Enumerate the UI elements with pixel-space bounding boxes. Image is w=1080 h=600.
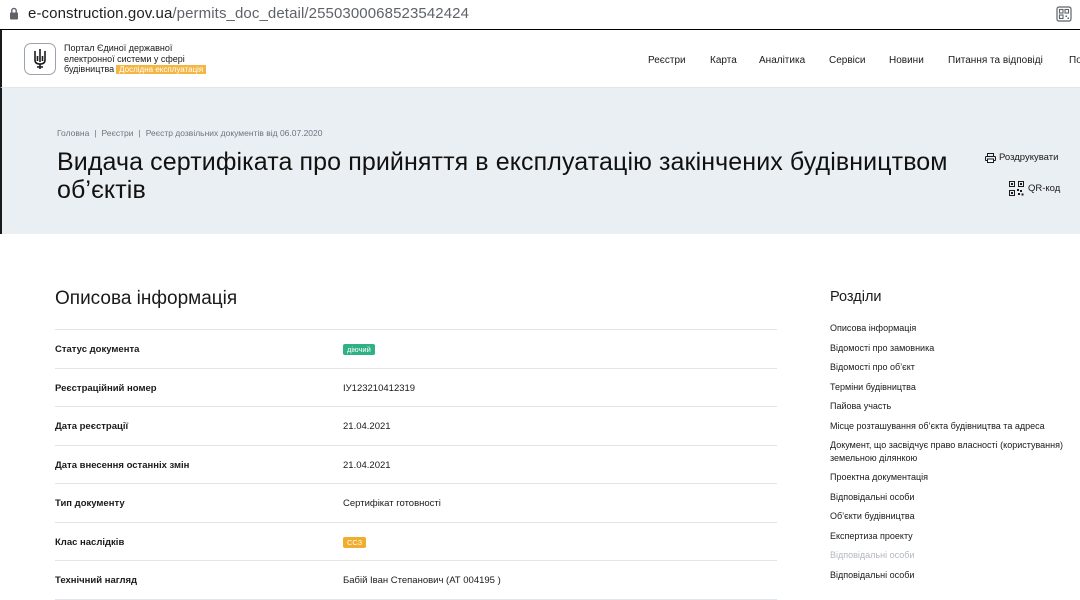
row-value: СС3 <box>343 536 367 548</box>
site-header: Портал Єдиної державної електронної сист… <box>0 30 1080 88</box>
sections-nav-item[interactable]: Об’єкти будівництва <box>830 510 1075 523</box>
nav-faq[interactable]: Питання та відповіді <box>948 55 1043 66</box>
table-row: Реєстраційний номер ІУ123210412319 <box>55 369 777 407</box>
nav-map[interactable]: Карта <box>710 55 737 66</box>
hero-section: Головна | Реєстри | Реєстр дозвільних докуме… <box>0 88 1080 234</box>
row-value: діючий <box>343 344 375 355</box>
status-badge: діючий <box>343 344 375 355</box>
row-label: Дата реєстрації <box>55 421 129 432</box>
sections-nav-item[interactable]: Відповідальні особи <box>830 549 1075 562</box>
breadcrumb-home[interactable]: Головна <box>57 128 89 138</box>
url-host: e-construction.gov.ua <box>28 5 173 22</box>
table-row: Тип документу Сертифікат готовності <box>55 484 777 523</box>
sections-nav-item[interactable]: Відповідальні особи <box>830 491 1075 504</box>
portal-line-3: будівництва <box>64 64 115 74</box>
table-row: Дата внесення останніх змін 21.04.2021 <box>55 446 777 484</box>
status-badge: СС3 <box>343 536 367 548</box>
sections-nav-item[interactable]: Проектна документація <box>830 471 1075 484</box>
row-label: Статус документа <box>55 344 140 355</box>
print-button[interactable]: Роздрукувати <box>985 152 1058 163</box>
nav-more[interactable]: По <box>1069 55 1080 66</box>
row-value: Бабій Іван Степанович (АТ 004195 ) <box>343 575 501 586</box>
trident-icon <box>34 49 46 69</box>
sections-title: Розділи <box>830 289 882 305</box>
row-value: ІУ123210412319 <box>343 382 416 394</box>
breadcrumb-current: Реєстр дозвільних документів від 06.07.2… <box>145 128 323 138</box>
breadcrumb: Головна | Реєстри | Реєстр дозвільних докуме… <box>57 128 323 138</box>
row-label: Тип документу <box>55 498 125 509</box>
sections-nav-item[interactable]: Документ, що засвідчує право власності (… <box>830 439 1075 464</box>
row-label: Технічний нагляд <box>55 575 138 586</box>
nav-news[interactable]: Новини <box>889 55 924 66</box>
portal-line-2: електронної системи у сфері <box>64 53 185 64</box>
row-label: Дата внесення останніх змін <box>55 459 190 471</box>
sections-nav-item[interactable]: Експертиза проекту <box>830 530 1075 543</box>
beta-badge: Дослідна експлуатація <box>116 65 207 74</box>
sections-nav-item[interactable]: Описова інформація <box>830 322 1075 335</box>
row-label: Реєстраційний номер <box>55 382 157 394</box>
table-row: Дата реєстрації 21.04.2021 <box>55 407 777 446</box>
sections-nav-item[interactable]: Місце розташування об’єкта будівництва т… <box>830 420 1075 433</box>
info-table: Статус документа діючий Реєстраційний номе… <box>55 329 777 600</box>
qr-label: QR-код <box>1028 183 1061 194</box>
nav-registries[interactable]: Реєстри <box>648 55 686 66</box>
table-row: Технічний нагляд Бабій Іван Степанович (А… <box>55 561 777 600</box>
breadcrumb-registries[interactable]: Реєстри <box>102 128 134 138</box>
nav-analytics[interactable]: Аналітика <box>759 55 805 66</box>
table-row: Клас наслідків СС3 <box>55 523 777 561</box>
nav-services[interactable]: Сервіси <box>829 55 865 66</box>
sections-nav-item[interactable]: Відомості про замовника <box>830 342 1075 355</box>
print-label: Роздрукувати <box>999 152 1059 163</box>
sections-nav-item[interactable]: Відповідальні особи <box>830 569 1075 582</box>
browser-url-bar[interactable]: e-construction.gov.ua/permits_doc_detail… <box>0 0 1080 30</box>
sections-nav-item[interactable]: Пайова участь <box>830 400 1075 413</box>
url-text[interactable]: e-construction.gov.ua/permits_doc_detail… <box>28 5 469 22</box>
row-value: 21.04.2021 <box>343 459 391 471</box>
page-title: Видача сертифіката про прийняття в експл… <box>57 148 948 204</box>
printer-icon <box>985 152 996 163</box>
qr-scan-icon[interactable] <box>1056 6 1072 22</box>
qr-code-icon <box>1009 181 1024 196</box>
qr-code-button[interactable]: QR-код <box>1009 181 1060 196</box>
sections-nav: Описова інформація Відомості про замовник… <box>830 322 1075 588</box>
row-label: Клас наслідків <box>55 536 125 548</box>
row-value: 21.04.2021 <box>343 421 391 432</box>
table-row: Статус документа діючий <box>55 330 777 369</box>
portal-line-1: Портал Єдиної державної <box>64 43 173 53</box>
section-title: Описова інформація <box>55 288 238 309</box>
portal-name[interactable]: Портал Єдиної державної електронної сист… <box>64 43 234 76</box>
sections-nav-item[interactable]: Відомості про об’єкт <box>830 361 1075 374</box>
row-value: Сертифікат готовності <box>343 498 441 509</box>
sections-nav-item[interactable]: Терміни будівництва <box>830 381 1075 394</box>
lock-icon <box>10 7 18 20</box>
trident-logo[interactable] <box>24 43 56 75</box>
url-path: /permits_doc_detail/2550300068523542424 <box>172 5 470 22</box>
